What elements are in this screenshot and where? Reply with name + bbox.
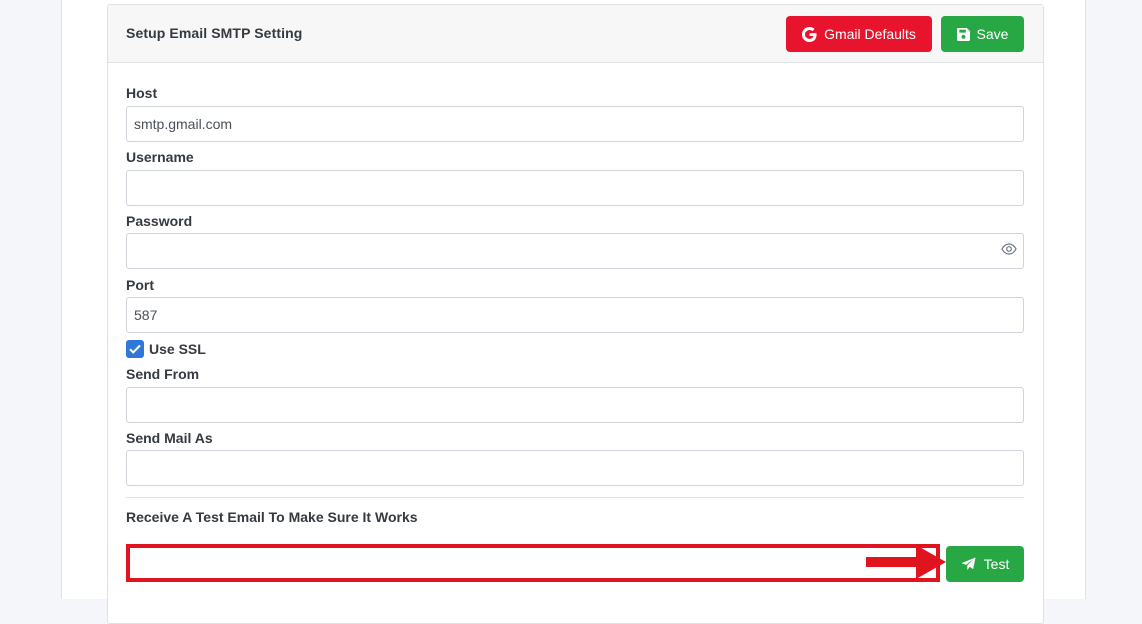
- gmail-defaults-label: Gmail Defaults: [824, 26, 916, 42]
- checkmark-icon: [129, 344, 141, 354]
- card-title: Setup Email SMTP Setting: [126, 25, 303, 41]
- port-input[interactable]: [126, 297, 1024, 333]
- use-ssl-row[interactable]: Use SSL: [126, 340, 206, 358]
- save-label: Save: [976, 26, 1009, 42]
- use-ssl-label: Use SSL: [149, 341, 206, 357]
- test-email-input[interactable]: [126, 544, 940, 582]
- paper-plane-icon: [961, 557, 976, 571]
- google-icon: [802, 26, 817, 42]
- send-mail-as-label: Send Mail As: [126, 430, 213, 446]
- test-email-label: Receive A Test Email To Make Sure It Wor…: [126, 509, 418, 525]
- use-ssl-checkbox[interactable]: [126, 340, 144, 358]
- send-mail-as-input[interactable]: [126, 450, 1024, 486]
- host-input[interactable]: [126, 106, 1024, 142]
- host-label: Host: [126, 85, 158, 101]
- password-label: Password: [126, 213, 193, 229]
- send-from-label: Send From: [126, 366, 200, 382]
- test-button-label: Test: [983, 556, 1010, 572]
- floppy-disk-icon: [956, 27, 970, 41]
- username-input[interactable]: [126, 170, 1024, 206]
- save-button[interactable]: Save: [941, 16, 1024, 52]
- username-label: Username: [126, 149, 194, 165]
- port-label: Port: [126, 277, 154, 293]
- card-header: Setup Email SMTP Setting Gmail Defaults: [108, 5, 1043, 63]
- test-button[interactable]: Test: [946, 546, 1024, 582]
- arrow-right-icon: [866, 545, 946, 579]
- smtp-settings-card: Setup Email SMTP Setting Gmail Defaults: [107, 4, 1044, 624]
- password-input[interactable]: [126, 233, 1024, 269]
- send-from-input[interactable]: [126, 387, 1024, 423]
- section-divider: [126, 497, 1024, 498]
- page-content: Setup Email SMTP Setting Gmail Defaults: [61, 0, 1086, 624]
- eye-icon[interactable]: [1001, 243, 1017, 255]
- gmail-defaults-button[interactable]: Gmail Defaults: [786, 16, 932, 52]
